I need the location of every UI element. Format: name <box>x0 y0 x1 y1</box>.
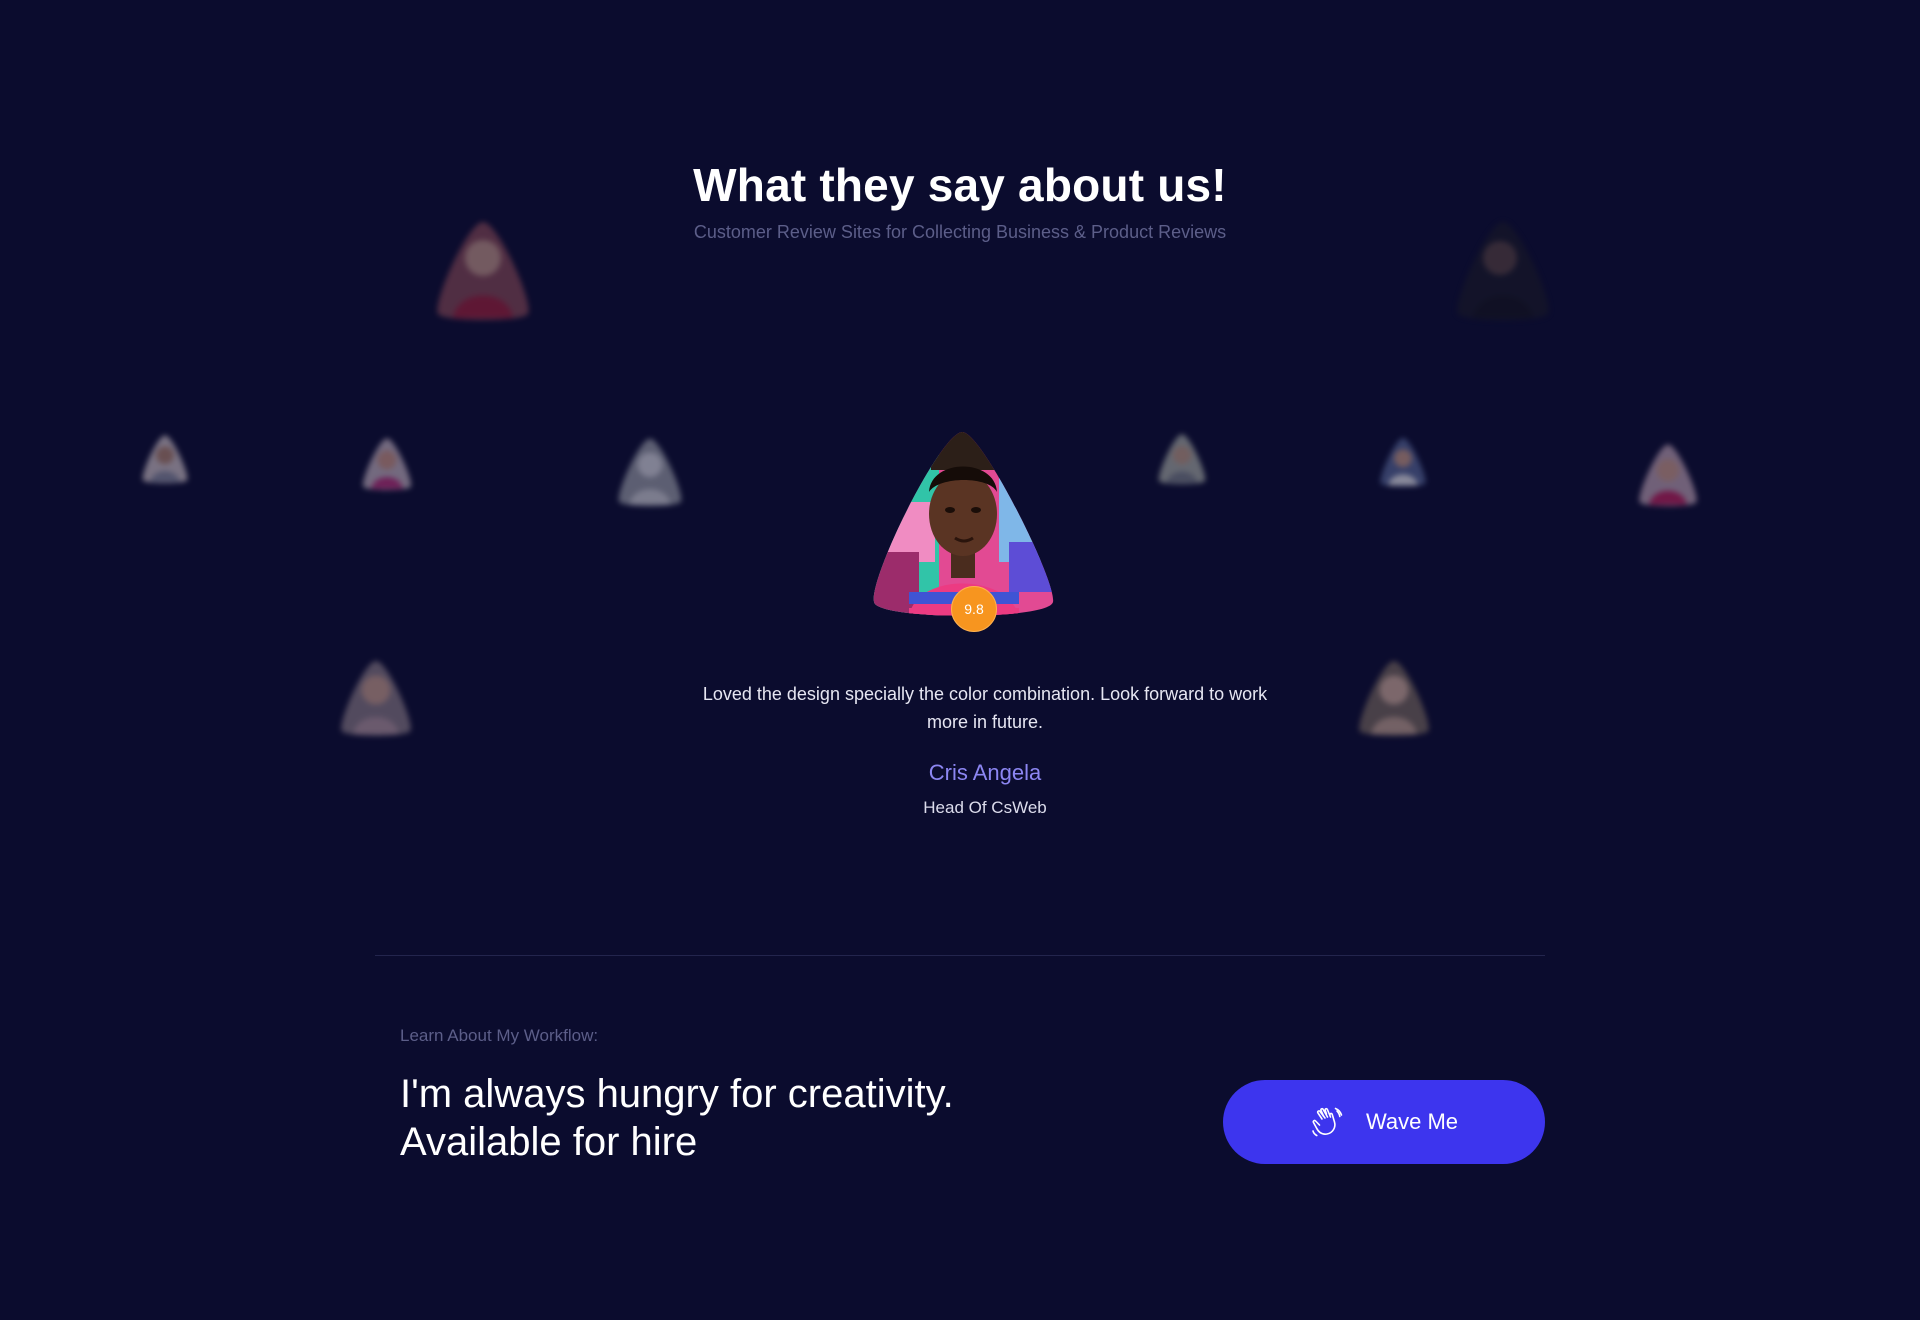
reviewer-avatar[interactable] <box>1154 430 1210 488</box>
reviewer-avatar[interactable] <box>138 432 192 486</box>
reviewer-name: Cris Angela <box>928 760 1042 785</box>
section-title: What they say about us! <box>693 159 1227 211</box>
reviewer-avatar[interactable] <box>1632 442 1704 508</box>
wave-me-button[interactable]: Wave Me <box>1223 1080 1545 1164</box>
reviewer-avatar[interactable] <box>612 436 688 508</box>
section-divider <box>375 955 1545 956</box>
waving-hand-icon <box>1310 1105 1344 1139</box>
rating-badge: 9.8 <box>951 586 997 632</box>
reviewer-avatar[interactable] <box>358 436 416 492</box>
wave-me-label: Wave Me <box>1365 1109 1459 1134</box>
hire-headline-line-1: I'm always hungry for creativity. <box>400 1072 954 1116</box>
reviewer-avatar[interactable] <box>334 658 418 738</box>
hire-headline-line-2: Available for hire <box>400 1120 698 1164</box>
reviewer-avatar[interactable] <box>428 218 538 323</box>
hire-headline: I'm always hungry for creativity. Availa… <box>400 1070 954 1166</box>
testimonial-quote: Loved the design specially the color com… <box>702 684 1268 732</box>
reviewer-avatar[interactable] <box>1352 658 1436 738</box>
reviewer-avatar[interactable] <box>1448 218 1558 323</box>
section-subtitle: Customer Review Sites for Collecting Bus… <box>693 222 1227 242</box>
reviewer-avatar[interactable] <box>1375 436 1431 488</box>
workflow-label: Learn About My Workflow: <box>400 1026 599 1045</box>
reviewer-role: Head Of CsWeb <box>923 798 1047 817</box>
